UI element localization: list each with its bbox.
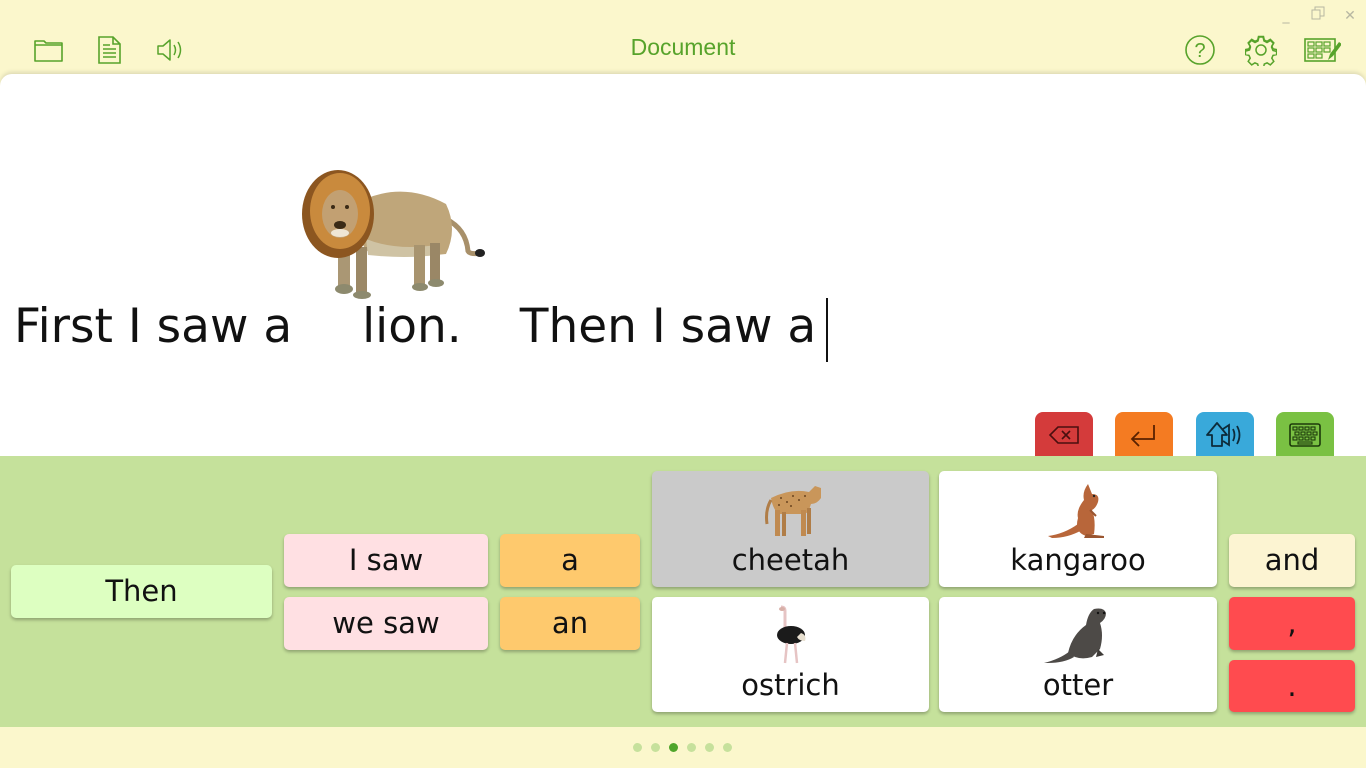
cell-label: and bbox=[1264, 543, 1320, 577]
document-area[interactable]: First I saw a lion. Then I saw a bbox=[0, 74, 1366, 531]
page-title: Document bbox=[630, 34, 736, 60]
footer bbox=[0, 727, 1366, 768]
text-caret bbox=[826, 298, 829, 362]
cell-label: a bbox=[561, 543, 579, 577]
grid-cell-ostrich[interactable]: ostrich bbox=[652, 597, 929, 712]
document-text[interactable]: First I saw a lion. Then I saw a bbox=[14, 294, 829, 362]
help-icon: ? bbox=[1185, 35, 1215, 65]
grid-cell-a[interactable]: a bbox=[500, 534, 640, 587]
grid-cell-we-saw[interactable]: we saw bbox=[284, 597, 488, 650]
cell-label: an bbox=[551, 606, 589, 640]
otter-picture bbox=[1044, 608, 1106, 663]
page-dot[interactable] bbox=[705, 743, 714, 752]
text-segment: First I saw a bbox=[14, 299, 293, 354]
grid-cell-an[interactable]: an bbox=[500, 597, 640, 650]
kangaroo-picture bbox=[1048, 484, 1104, 538]
cell-label: Then bbox=[105, 574, 178, 608]
backspace-icon bbox=[1048, 426, 1079, 444]
page-dot[interactable] bbox=[723, 743, 732, 752]
grid-cell-then[interactable]: Then bbox=[11, 565, 272, 618]
page-indicator bbox=[633, 743, 732, 752]
speak-shift-icon bbox=[1206, 422, 1241, 447]
grid-edit-icon bbox=[1304, 38, 1341, 62]
keyboard-icon bbox=[1289, 423, 1321, 447]
page-dot[interactable] bbox=[651, 743, 660, 752]
cell-label: I saw bbox=[348, 543, 424, 577]
ostrich-picture bbox=[776, 605, 805, 664]
backspace-button[interactable] bbox=[1035, 412, 1093, 458]
enter-icon bbox=[1130, 425, 1155, 447]
cell-label: , bbox=[1287, 606, 1297, 640]
toolbar: Document ? bbox=[0, 0, 1366, 74]
grid-cell-comma[interactable]: , bbox=[1229, 597, 1355, 650]
cell-label: otter bbox=[1042, 668, 1114, 702]
page-dot[interactable] bbox=[669, 743, 678, 752]
cell-label: kangaroo bbox=[1010, 543, 1146, 577]
grid-cell-and[interactable]: and bbox=[1229, 534, 1355, 587]
help-button[interactable]: ? bbox=[1182, 32, 1218, 68]
text-segment: lion. bbox=[362, 299, 462, 354]
cell-label: ostrich bbox=[741, 668, 840, 702]
grid-cell-cheetah[interactable]: cheetah bbox=[652, 471, 929, 587]
svg-text:?: ? bbox=[1194, 40, 1205, 62]
cell-label: we saw bbox=[332, 606, 440, 640]
cell-label: cheetah bbox=[731, 543, 850, 577]
settings-button[interactable] bbox=[1243, 32, 1279, 68]
grid-cell-otter[interactable]: otter bbox=[939, 597, 1217, 712]
keyboard-button[interactable] bbox=[1276, 412, 1334, 458]
enter-button[interactable] bbox=[1115, 412, 1173, 458]
cell-label: . bbox=[1287, 668, 1297, 703]
grid-cell-period[interactable]: . bbox=[1229, 660, 1355, 712]
page-dot[interactable] bbox=[633, 743, 642, 752]
grid-cell-kangaroo[interactable]: kangaroo bbox=[939, 471, 1217, 587]
lion-picture bbox=[296, 159, 486, 299]
gear-icon bbox=[1245, 35, 1277, 66]
cheetah-picture bbox=[764, 486, 821, 536]
speak-button[interactable] bbox=[1196, 412, 1254, 458]
word-grid: Then I saw we saw a an cheetah kangaroo bbox=[0, 456, 1366, 727]
grid-cell-i-saw[interactable]: I saw bbox=[284, 534, 488, 587]
text-segment: Then I saw a bbox=[519, 299, 817, 354]
page-dot[interactable] bbox=[687, 743, 696, 752]
edit-grid-button[interactable] bbox=[1302, 32, 1342, 68]
